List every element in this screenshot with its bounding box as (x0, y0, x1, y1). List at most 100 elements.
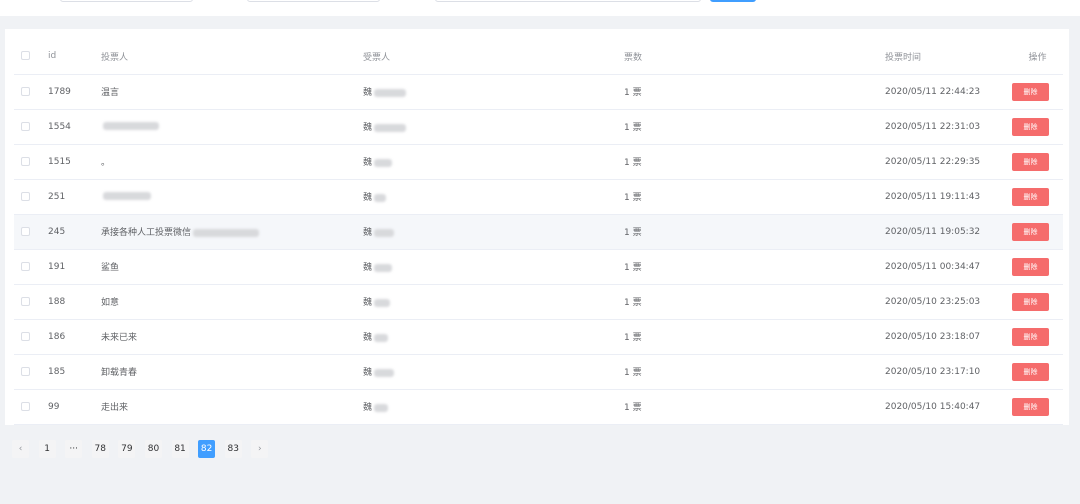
cell-operation: 删除 (1012, 319, 1063, 355)
voter-name: 未来已来 (101, 333, 138, 343)
row-checkbox[interactable] (21, 331, 30, 341)
cell-operation: 删除 (1012, 354, 1063, 390)
delete-button[interactable]: 删除 (1012, 257, 1049, 276)
vote-table-card: id 投票人 受票人 票数 投票时间 操作 1789 温言魏 1 票 2020/05/… (5, 29, 1069, 425)
cell-votes: 1 票 (624, 249, 885, 285)
table-row[interactable]: 185 卸载青春 魏 1 票 2020/05/10 23:17:10 删除 (14, 354, 1063, 390)
row-select-cell (14, 249, 48, 285)
cell-id: 186 (48, 319, 101, 355)
table-row[interactable]: 191 鲨鱼 魏 1 票 2020/05/11 00:34:47 删除 (14, 249, 1063, 285)
cell-id: 1515 (48, 144, 101, 180)
header-operation: 操作 (1012, 39, 1063, 75)
delete-button[interactable]: 删除 (1012, 397, 1049, 416)
row-checkbox[interactable] (21, 156, 30, 166)
redacted-text (374, 263, 393, 272)
delete-button[interactable]: 删除 (1012, 222, 1049, 241)
cell-votee: 魏 (363, 214, 624, 250)
cell-votes: 1 票 (624, 179, 885, 215)
page-number[interactable]: 83 (224, 440, 242, 458)
header-time[interactable]: 投票时间 (885, 39, 1012, 75)
votee-name: 魏 (363, 403, 373, 413)
cell-id: 188 (48, 284, 101, 320)
table-row[interactable]: 251 魏 1 票 2020/05/11 19:11:43 删除 (14, 179, 1063, 215)
cell-votes: 1 票 (624, 214, 885, 250)
page-number[interactable]: 79 (118, 440, 136, 458)
page-number[interactable]: 1 (38, 440, 56, 458)
page-number[interactable]: 80 (144, 440, 162, 458)
page-ellipsis[interactable]: ··· (65, 440, 83, 458)
table-row[interactable]: 1554 魏 1 票 2020/05/11 22:31:03 删除 (14, 109, 1063, 145)
select-all-checkbox[interactable] (21, 51, 30, 61)
delete-button[interactable]: 删除 (1012, 292, 1049, 311)
delete-button[interactable]: 删除 (1012, 152, 1049, 171)
row-checkbox[interactable] (21, 226, 30, 236)
cell-votee: 魏 (363, 284, 624, 320)
voter-name: 承接各种人工投票微信 (101, 228, 192, 238)
redacted-text (374, 88, 407, 97)
delete-button[interactable]: 删除 (1012, 362, 1049, 381)
filter-bar (0, 0, 1080, 16)
delete-button[interactable]: 删除 (1012, 117, 1049, 136)
cell-id: 185 (48, 354, 101, 390)
cell-time: 2020/05/11 22:31:03 (885, 109, 1012, 145)
filter-input-1[interactable] (60, 0, 193, 2)
voter-name: 。 (101, 158, 111, 168)
delete-button[interactable]: 删除 (1012, 327, 1049, 346)
row-checkbox[interactable] (21, 296, 30, 306)
table-header-row: id 投票人 受票人 票数 投票时间 操作 (14, 39, 1063, 75)
votee-name: 魏 (363, 298, 373, 308)
cell-voter: 温言 (101, 74, 363, 110)
search-button[interactable] (710, 0, 756, 2)
cell-votee: 魏 (363, 179, 624, 215)
redacted-text (374, 228, 395, 237)
row-checkbox[interactable] (21, 86, 30, 96)
redacted-text (374, 193, 387, 202)
delete-button[interactable]: 删除 (1012, 187, 1049, 206)
votee-name: 魏 (363, 158, 373, 168)
table-row[interactable]: 99 走出来 魏 1 票 2020/05/10 15:40:47 删除 (14, 389, 1063, 425)
cell-operation: 删除 (1012, 74, 1063, 110)
row-checkbox[interactable] (21, 366, 30, 376)
row-checkbox[interactable] (21, 121, 30, 131)
table-row[interactable]: 186 未来已来 魏 1 票 2020/05/10 23:18:07 删除 (14, 319, 1063, 355)
cell-id: 251 (48, 179, 101, 215)
filter-input-2[interactable] (247, 0, 380, 2)
row-select-cell (14, 109, 48, 145)
redacted-text (103, 192, 151, 200)
cell-time: 2020/05/10 23:18:07 (885, 319, 1012, 355)
row-select-cell (14, 214, 48, 250)
header-votee[interactable]: 受票人 (363, 39, 624, 75)
table-row[interactable]: 1515。 魏 1 票 2020/05/11 22:29:35 删除 (14, 144, 1063, 180)
cell-votes: 1 票 (624, 284, 885, 320)
cell-time: 2020/05/10 23:17:10 (885, 354, 1012, 390)
header-votes[interactable]: 票数 (624, 39, 885, 75)
page-number[interactable]: 78 (91, 440, 109, 458)
cell-votee: 魏 (363, 319, 624, 355)
next-page-button[interactable]: › (251, 440, 269, 458)
cell-votee: 魏 (363, 144, 624, 180)
row-checkbox[interactable] (21, 261, 30, 271)
prev-page-button[interactable]: ‹ (12, 440, 29, 458)
page-number[interactable]: 82 (198, 440, 216, 458)
votee-name: 魏 (363, 88, 373, 98)
header-voter[interactable]: 投票人 (101, 39, 363, 75)
page-number[interactable]: 81 (171, 440, 189, 458)
redacted-text (374, 158, 393, 167)
filter-input-3[interactable] (435, 0, 701, 2)
table-row[interactable]: 188 如意 魏 1 票 2020/05/10 23:25:03 删除 (14, 284, 1063, 320)
header-id[interactable]: id (48, 39, 101, 75)
cell-voter: 如意 (101, 284, 363, 320)
table-row[interactable]: 1789 温言 魏 1 票 2020/05/11 22:44:23 删除 (14, 74, 1063, 110)
row-checkbox[interactable] (21, 401, 30, 411)
cell-votes: 1 票 (624, 144, 885, 180)
voter-name: 卸载青春 (101, 368, 138, 378)
cell-operation: 删除 (1012, 214, 1063, 250)
table-row[interactable]: 245 承接各种人工投票微信 魏 1 票 2020/05/11 19:05:32 删除 (14, 214, 1063, 250)
votee-name: 魏 (363, 263, 373, 273)
vote-table: id 投票人 受票人 票数 投票时间 操作 1789 温言魏 1 票 2020/05/… (14, 39, 1063, 425)
cell-time: 2020/05/11 19:05:32 (885, 214, 1012, 250)
redacted-text (374, 123, 407, 132)
cell-operation: 删除 (1012, 179, 1063, 215)
row-checkbox[interactable] (21, 191, 30, 201)
delete-button[interactable]: 删除 (1012, 82, 1049, 101)
